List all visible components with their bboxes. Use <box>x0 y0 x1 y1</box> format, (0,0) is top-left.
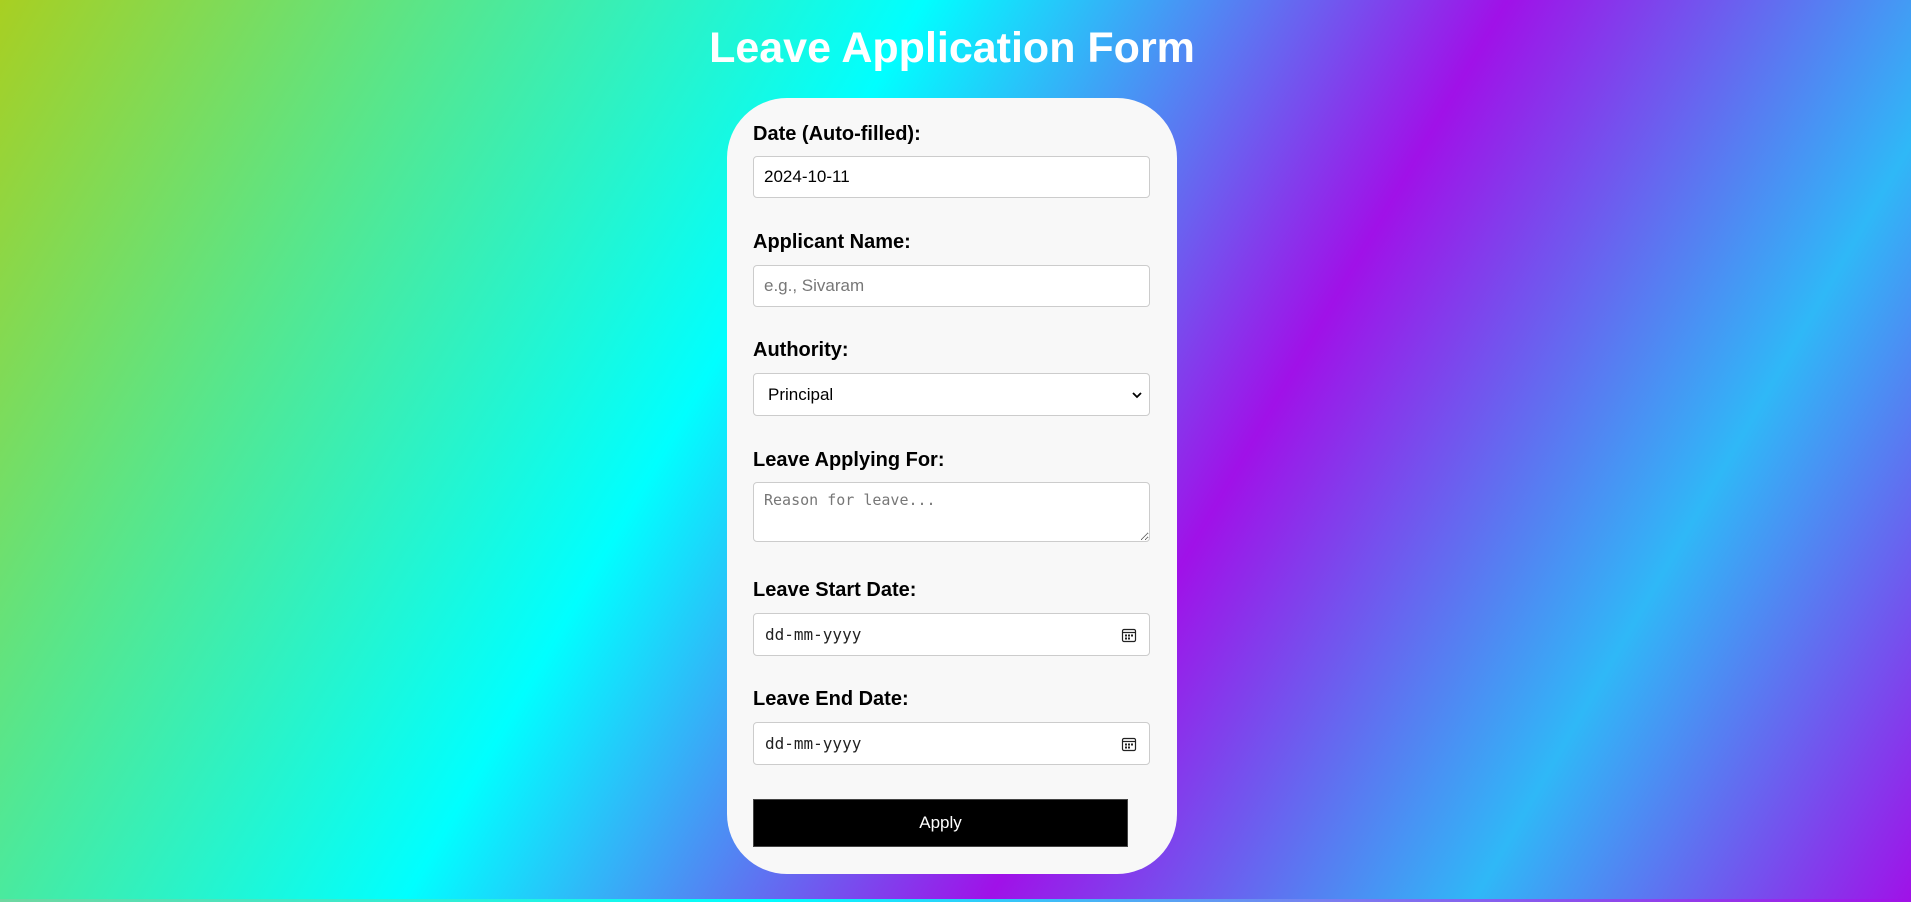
start-date-placeholder: dd-mm-yyyy <box>765 625 862 644</box>
authority-label: Authority: <box>753 339 849 361</box>
date-label: Date (Auto-filled): <box>753 123 921 145</box>
apply-button[interactable]: Apply <box>753 799 1128 847</box>
authority-select[interactable]: Principal <box>753 373 1150 416</box>
calendar-icon[interactable] <box>1121 736 1137 752</box>
leave-application-form: Date (Auto-filled): Applicant Name: Auth… <box>727 98 1177 874</box>
date-field[interactable] <box>753 156 1150 198</box>
applicant-name-input[interactable] <box>753 265 1150 307</box>
page-title: Leave Application Form <box>709 24 1195 72</box>
reason-textarea[interactable] <box>753 482 1150 542</box>
reason-label: Leave Applying For: <box>753 449 945 471</box>
start-date-input[interactable]: dd-mm-yyyy <box>753 613 1150 656</box>
end-date-input[interactable]: dd-mm-yyyy <box>753 722 1150 765</box>
page: { "page": { "title": "Leave Application … <box>0 0 1911 902</box>
applicant-name-label: Applicant Name: <box>753 231 911 253</box>
end-date-label: Leave End Date: <box>753 688 909 710</box>
end-date-placeholder: dd-mm-yyyy <box>765 734 862 753</box>
start-date-label: Leave Start Date: <box>753 579 917 601</box>
calendar-icon[interactable] <box>1121 627 1137 643</box>
